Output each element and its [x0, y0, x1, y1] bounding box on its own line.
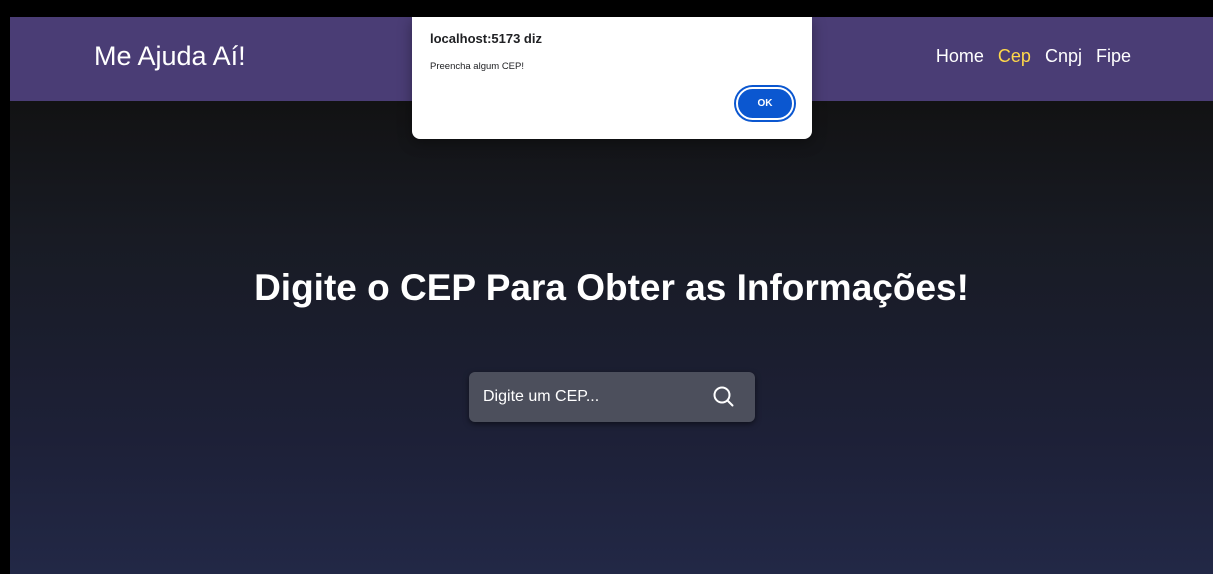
dialog-title: localhost:5173 diz	[430, 31, 542, 46]
brand-logo-text[interactable]: Me Ajuda Aí!	[94, 41, 246, 72]
nav-link-cnpj[interactable]: Cnpj	[1045, 46, 1082, 67]
cep-search-input[interactable]	[483, 372, 703, 422]
search-icon[interactable]	[711, 384, 737, 410]
nav-link-home[interactable]: Home	[936, 46, 984, 67]
page-headline: Digite o CEP Para Obter as Informações!	[254, 267, 969, 308]
cep-search-box	[469, 372, 755, 422]
dialog-ok-button[interactable]: OK	[736, 87, 794, 120]
alert-dialog: localhost:5173 diz Preencha algum CEP! O…	[412, 17, 812, 139]
nav-link-cep[interactable]: Cep	[998, 46, 1031, 67]
nav-link-fipe[interactable]: Fipe	[1096, 46, 1131, 67]
nav-links: Home Cep Cnpj Fipe	[936, 46, 1131, 67]
dialog-message: Preencha algum CEP!	[430, 61, 524, 72]
